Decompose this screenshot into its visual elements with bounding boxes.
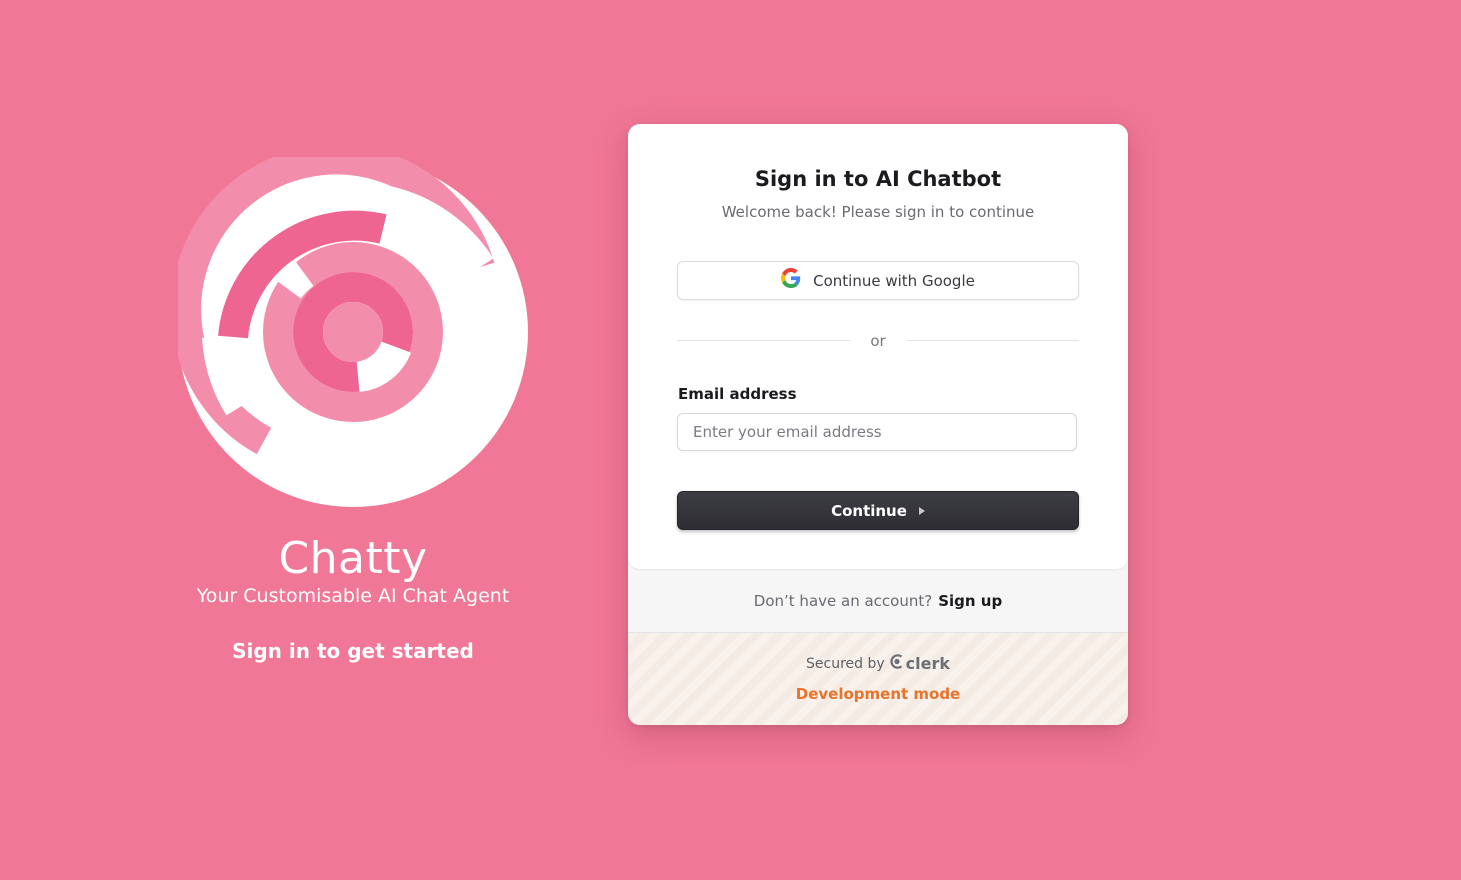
google-icon — [781, 268, 801, 293]
signin-card: Sign in to AI Chatbot Welcome back! Plea… — [628, 124, 1128, 725]
clerk-icon — [890, 654, 904, 673]
signin-subtitle: Welcome back! Please sign in to continue — [721, 203, 1035, 221]
continue-button[interactable]: Continue — [677, 491, 1079, 530]
divider-text: or — [870, 332, 886, 350]
brand-panel: Chatty Your Customisable AI Chat Agent S… — [178, 157, 528, 663]
secured-by-text: Secured by — [806, 655, 885, 672]
divider-line-right — [906, 340, 1079, 341]
no-account-text: Don’t have an account? — [753, 591, 933, 610]
google-button-label: Continue with Google — [813, 271, 975, 290]
secured-by: Secured by clerk — [628, 654, 1128, 673]
brand-name: Chatty — [278, 533, 428, 584]
dev-mode-badge: Development mode — [795, 685, 961, 703]
or-divider: or — [677, 330, 1079, 350]
clerk-wordmark: clerk — [905, 654, 950, 673]
email-field[interactable] — [677, 413, 1077, 451]
brand-cta: Sign in to get started — [232, 639, 474, 663]
card-footer: Secured by clerk Development mode — [628, 633, 1128, 725]
arrow-right-icon — [918, 506, 925, 515]
continue-button-label: Continue — [831, 501, 907, 520]
brand-tagline: Your Customisable AI Chat Agent — [196, 585, 510, 607]
clerk-logo[interactable]: clerk — [890, 654, 950, 673]
signup-row: Don’t have an account? Sign up — [628, 569, 1128, 633]
chatty-logo — [178, 157, 528, 507]
signin-title: Sign in to AI Chatbot — [754, 167, 1002, 191]
signin-card-main: Sign in to AI Chatbot Welcome back! Plea… — [628, 124, 1128, 569]
logo-graphic — [178, 157, 495, 455]
signup-link[interactable]: Sign up — [938, 592, 1002, 610]
email-label: Email address — [678, 385, 797, 403]
google-signin-button[interactable]: Continue with Google — [677, 261, 1079, 300]
